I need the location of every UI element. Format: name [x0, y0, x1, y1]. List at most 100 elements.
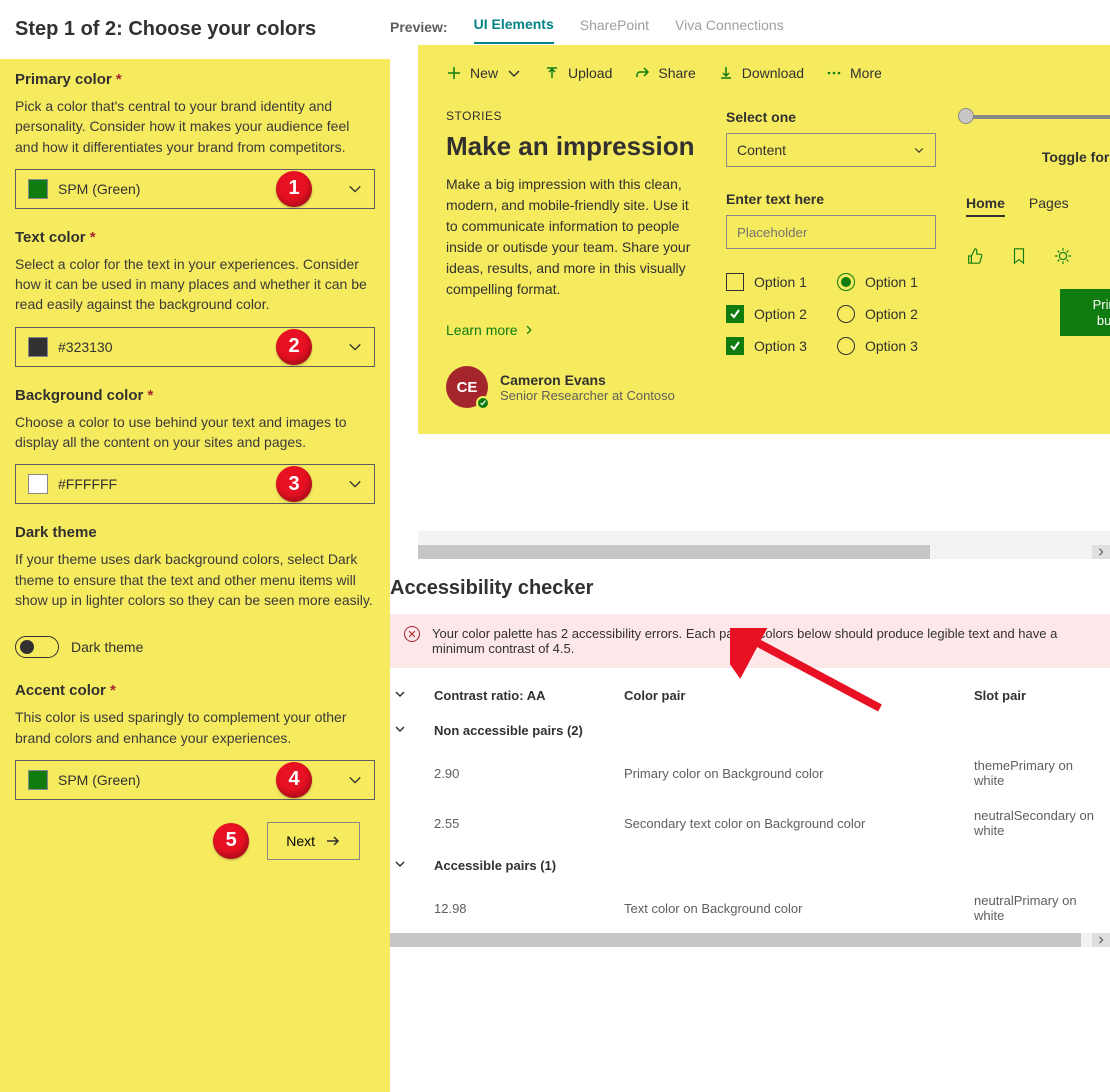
checkbox-option-3[interactable]: Option 3 [726, 337, 807, 355]
radio-selected-icon [837, 273, 855, 291]
enter-text-label: Enter text here [726, 191, 936, 207]
annotation-badge-3: 3 [276, 466, 312, 502]
background-color-desc: Choose a color to use behind your text a… [15, 412, 375, 453]
bookmark-icon[interactable] [1010, 247, 1028, 265]
horizontal-scrollbar[interactable] [418, 545, 1110, 559]
a11y-table: Contrast ratio: AA Color pair Slot pair … [390, 678, 1110, 933]
primary-color-dropdown[interactable]: SPM (Green) 1 [15, 169, 375, 209]
background-color-heading: Background color * [15, 387, 375, 404]
text-color-swatch [28, 337, 48, 357]
accent-color-dropdown[interactable]: SPM (Green) 4 [15, 760, 375, 800]
horizontal-scrollbar[interactable] [390, 933, 1110, 947]
cmd-download[interactable]: Download [718, 65, 804, 81]
chevron-down-icon [394, 858, 434, 873]
preview-label: Preview: [390, 19, 448, 35]
more-icon [826, 65, 842, 81]
cmd-share[interactable]: Share [634, 65, 695, 81]
dark-theme-desc: If your theme uses dark background color… [15, 549, 375, 610]
scrollbar-thumb[interactable] [390, 933, 1081, 947]
group-non-accessible[interactable]: Non accessible pairs (2) [390, 713, 1110, 748]
radio-option-2[interactable]: Option 2 [837, 305, 918, 323]
radio-option-1[interactable]: Option 1 [837, 273, 918, 291]
cmd-new[interactable]: New [446, 65, 522, 81]
group-accessible[interactable]: Accessible pairs (1) [390, 848, 1110, 883]
col-slot-pair: Slot pair [974, 688, 1106, 703]
arrow-right-icon [325, 833, 341, 849]
avatar: CE [446, 366, 488, 408]
upload-icon [544, 65, 560, 81]
tab-sharepoint[interactable]: SharePoint [580, 11, 649, 43]
cmd-upload[interactable]: Upload [544, 65, 612, 81]
dark-theme-heading: Dark theme [15, 524, 375, 541]
preview-subtab-home[interactable]: Home [966, 195, 1005, 217]
persona: CE Cameron Evans Senior Researcher at Co… [446, 366, 696, 408]
preview-subtab-pages[interactable]: Pages [1029, 195, 1069, 217]
a11y-title: Accessibility checker [390, 569, 1110, 614]
annotation-badge-4: 4 [276, 762, 312, 798]
next-button[interactable]: Next [267, 822, 360, 860]
table-row: 2.55 Secondary text color on Background … [390, 798, 1110, 848]
radio-icon [837, 337, 855, 355]
dark-theme-toggle-label: Dark theme [71, 639, 143, 655]
preview-frame[interactable]: New Upload Share Dow [418, 45, 1110, 545]
checkbox-option-1[interactable]: Option 1 [726, 273, 807, 291]
dark-theme-toggle[interactable] [15, 636, 59, 658]
select-one-dropdown[interactable]: Content [726, 133, 936, 167]
chevron-down-icon[interactable] [394, 688, 434, 703]
scroll-right-button[interactable] [1092, 933, 1110, 947]
col-contrast-ratio: Contrast ratio: AA [434, 688, 624, 703]
right-panel: Preview: UI Elements SharePoint Viva Con… [390, 0, 1110, 1092]
background-color-swatch [28, 474, 48, 494]
scrollbar-thumb[interactable] [418, 545, 930, 559]
a11y-table-header: Contrast ratio: AA Color pair Slot pair [390, 678, 1110, 713]
left-panel: Step 1 of 2: Choose your colors Primary … [0, 0, 390, 1092]
background-color-dropdown[interactable]: #FFFFFF 3 [15, 464, 375, 504]
tab-viva-connections[interactable]: Viva Connections [675, 11, 784, 43]
text-color-heading: Text color * [15, 229, 375, 246]
persona-role: Senior Researcher at Contoso [500, 388, 675, 403]
cmd-more[interactable]: More [826, 65, 882, 81]
radio-icon [837, 305, 855, 323]
text-input[interactable] [726, 215, 936, 249]
tab-ui-elements[interactable]: UI Elements [474, 10, 554, 44]
chevron-down-icon [348, 182, 362, 196]
impression-title: Make an impression [446, 133, 696, 160]
annotation-badge-1: 1 [276, 171, 312, 207]
primary-color-heading: Primary color * [15, 71, 375, 88]
presence-icon [476, 396, 490, 410]
table-row: 2.90 Primary color on Background color t… [390, 748, 1110, 798]
plus-icon [446, 65, 462, 81]
radio-option-3[interactable]: Option 3 [837, 337, 918, 355]
step-title: Step 1 of 2: Choose your colors [0, 0, 390, 59]
primary-button[interactable]: Primary button [1060, 289, 1110, 336]
download-icon [718, 65, 734, 81]
preview-tabs: Preview: UI Elements SharePoint Viva Con… [390, 0, 1110, 45]
checkbox-checked-icon [726, 305, 744, 323]
select-label: Select one [726, 109, 936, 125]
impression-body: Make a big impression with this clean, m… [446, 174, 696, 300]
learn-more-link[interactable]: Learn more [446, 322, 696, 338]
slider[interactable] [966, 115, 1110, 119]
accent-color-heading: Accent color * [15, 682, 375, 699]
share-icon [634, 65, 650, 81]
error-icon: ✕ [404, 626, 420, 642]
section-primary-color: Primary color * Pick a color that's cent… [0, 59, 390, 217]
annotation-badge-5: 5 [213, 823, 249, 859]
next-button-label: Next [286, 833, 315, 849]
scroll-right-button[interactable] [1092, 545, 1110, 559]
accent-color-swatch [28, 770, 48, 790]
sun-icon[interactable] [1054, 247, 1072, 265]
accent-color-desc: This color is used sparingly to compleme… [15, 707, 375, 748]
like-icon[interactable] [966, 247, 984, 265]
slider-thumb[interactable] [958, 108, 974, 124]
toggle-disabled-label: Toggle for disabled [966, 149, 1110, 165]
section-background-color: Background color * Choose a color to use… [0, 375, 390, 513]
text-color-dropdown[interactable]: #323130 2 [15, 327, 375, 367]
checkbox-option-2[interactable]: Option 2 [726, 305, 807, 323]
section-dark-theme: Dark theme If your theme uses dark backg… [0, 512, 390, 630]
command-bar: New Upload Share Dow [446, 65, 1110, 81]
col-color-pair: Color pair [624, 688, 974, 703]
annotation-badge-2: 2 [276, 329, 312, 365]
text-color-desc: Select a color for the text in your expe… [15, 254, 375, 315]
accessibility-checker: Accessibility checker ✕ Your color palet… [390, 559, 1110, 947]
